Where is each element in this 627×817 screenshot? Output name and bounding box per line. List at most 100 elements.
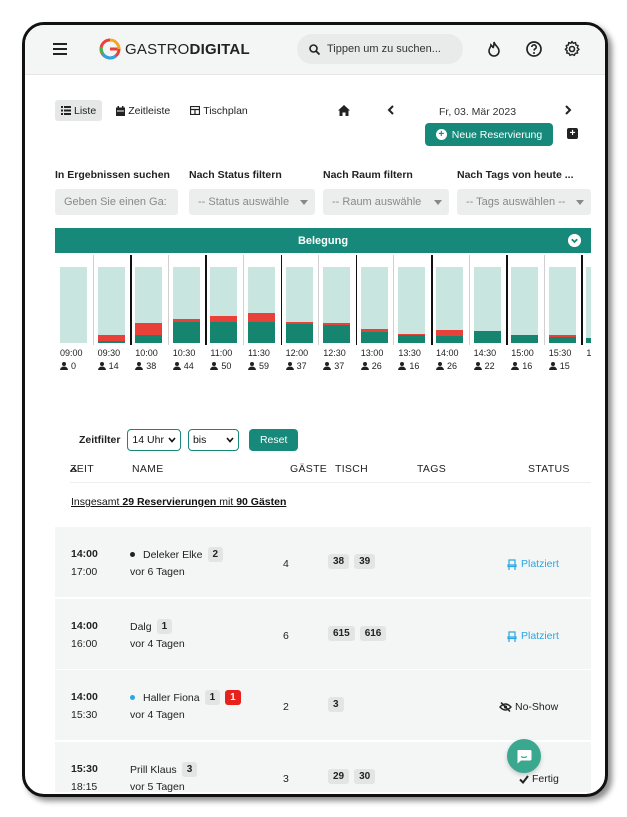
time-to-select[interactable]: bis <box>187 429 239 451</box>
occupancy-title: Belegung <box>297 234 349 247</box>
chat-button[interactable] <box>507 739 541 773</box>
new-reservation-button[interactable]: + Neue Reservierung <box>425 123 553 146</box>
slot-time: 14:00 <box>436 348 459 358</box>
tags-select[interactable]: -- Tags auswählen -- <box>457 189 591 215</box>
help-icon[interactable] <box>525 40 543 58</box>
overbooked-segment <box>135 322 163 336</box>
occupancy-slot[interactable]: 14:00 26 <box>431 255 469 375</box>
chat-bubble-icon <box>517 749 532 763</box>
slot-divider <box>393 255 395 345</box>
slot-time: 11:00 <box>210 348 233 358</box>
created-ago: vor 4 Tagen <box>130 638 185 650</box>
top-bar: GASTRODIGITAL Tippen um zu suchen... <box>25 25 605 75</box>
time-from-value: 14 Uhr <box>132 434 164 446</box>
occupancy-slot[interactable]: 15:30 15 <box>543 255 582 375</box>
occupancy-slot[interactable]: 13:00 26 <box>355 255 394 375</box>
table-badge: 3 <box>328 697 344 712</box>
status-placed[interactable]: Platziert <box>507 558 559 570</box>
occupancy-header[interactable]: Belegung <box>55 228 591 253</box>
occupancy-slot[interactable]: 1 <box>581 255 591 375</box>
status-done[interactable]: Fertig <box>519 773 559 785</box>
menu-icon[interactable] <box>53 43 67 55</box>
slot-divider <box>318 255 320 345</box>
created-ago: vor 5 Tagen <box>130 781 185 793</box>
brand-logo[interactable]: GASTRODIGITAL <box>99 38 250 60</box>
occupied-segment <box>473 330 501 343</box>
occupancy-slot[interactable]: 10:00 38 <box>130 255 168 375</box>
slot-divider <box>92 255 94 345</box>
gastrodigital-logo-icon <box>99 38 121 60</box>
home-icon[interactable] <box>338 105 350 116</box>
time-filter: Zeitfilter 14 Uhr bis Reset <box>79 429 299 451</box>
occupancy-slot[interactable]: 13:30 16 <box>393 255 431 375</box>
guests-header[interactable]: GÄSTE <box>290 463 327 475</box>
tags-header[interactable]: TAGS <box>417 463 446 475</box>
status-select[interactable]: -- Status auswähle <box>189 189 315 215</box>
occupancy-slot[interactable]: 14:30 22 <box>468 255 507 375</box>
overbooked-segment <box>210 316 238 322</box>
chevron-down-circle-icon[interactable] <box>568 234 581 247</box>
tab-liste[interactable]: Liste <box>55 100 103 121</box>
capacity-bar <box>586 267 591 343</box>
tab-tischplan[interactable]: Tischplan <box>184 100 254 121</box>
sort-time-header[interactable]: ZEIT <box>69 463 94 475</box>
start-time: 15:30 <box>71 763 98 775</box>
slot-divider <box>543 255 545 345</box>
gear-icon[interactable] <box>563 40 581 58</box>
overbooked-segment <box>97 334 125 341</box>
search-filter-label: In Ergebnissen suchen <box>55 169 170 181</box>
tab-label: Liste <box>74 104 97 117</box>
chevron-right-icon[interactable] <box>564 105 572 115</box>
guest-name[interactable]: Haller Fiona 1 1 <box>130 690 241 705</box>
current-date[interactable]: Fr, 03. Mär 2023 <box>439 106 516 118</box>
occupancy-slot[interactable]: 09:30 14 <box>92 255 131 375</box>
status-header[interactable]: STATUS <box>528 463 570 475</box>
slot-guest-count: 26 <box>360 361 382 371</box>
time-from-select[interactable]: 14 Uhr <box>127 429 181 451</box>
slot-time: 12:00 <box>285 348 309 358</box>
check-icon <box>519 774 529 784</box>
guest-search-input[interactable]: Geben Sie einen Ga: <box>55 189 178 215</box>
occupancy-slot[interactable]: 12:00 37 <box>280 255 319 375</box>
reset-button[interactable]: Reset <box>248 429 299 451</box>
slot-time: 15:30 <box>548 348 572 358</box>
slot-guest-count: 59 <box>248 361 269 371</box>
guest-name[interactable]: Prill Klaus 3 <box>130 762 198 777</box>
status-no-show[interactable]: No-Show <box>499 701 558 713</box>
reservation-row[interactable]: 14:00 17:00 Deleker Elke 2 vor 6 Tagen 4 38 39 P… <box>55 527 591 597</box>
table-number-header[interactable]: TISCH <box>335 463 368 475</box>
capacity-bar <box>248 267 275 343</box>
status-placed[interactable]: Platziert <box>507 630 559 642</box>
plus-square-icon[interactable]: + <box>567 128 578 139</box>
chevron-left-icon[interactable] <box>387 105 395 115</box>
slot-guest-count: 16 <box>398 361 419 371</box>
reservation-row[interactable]: 14:00 16:00 Dalg 1 vor 4 Tagen 6 615 616 Platzie… <box>55 599 591 669</box>
occupancy-slot[interactable]: 10:30 44 <box>167 255 206 375</box>
calendar-icon <box>116 105 126 116</box>
guest-name[interactable]: Dalg 1 <box>130 619 173 634</box>
occupancy-slot[interactable]: 12:30 37 <box>318 255 356 375</box>
global-search-input[interactable]: Tippen um zu suchen... <box>297 34 463 64</box>
name-header[interactable]: NAME <box>132 463 164 475</box>
overbooked-segment <box>285 322 313 324</box>
occupied-segment <box>511 334 539 343</box>
occupied-segment <box>97 340 125 343</box>
occupancy-slot[interactable]: 11:00 50 <box>205 255 243 375</box>
room-select[interactable]: -- Raum auswähle <box>323 189 449 215</box>
tab-zeitleiste[interactable]: Zeitleiste <box>110 100 176 121</box>
slot-guest-count: 37 <box>323 361 344 371</box>
flame-icon[interactable] <box>485 40 503 58</box>
time-filter-label: Zeitfilter <box>79 434 121 446</box>
alert-badge: 1 <box>225 690 241 705</box>
reservation-row[interactable]: 14:00 15:30 Haller Fiona 1 1 vor 4 Tagen 2 3 No-… <box>55 670 591 740</box>
created-ago: vor 4 Tagen <box>130 709 185 721</box>
occupancy-slot[interactable]: 15:00 16 <box>506 255 544 375</box>
visit-count-badge: 2 <box>207 547 224 562</box>
occupancy-slot[interactable]: 09:00 0 <box>55 255 93 375</box>
slot-divider <box>431 255 433 345</box>
occupancy-slot[interactable]: 11:30 59 <box>243 255 281 375</box>
chevron-down-icon <box>168 437 176 443</box>
slot-time: 10:00 <box>135 348 158 358</box>
end-time: 17:00 <box>71 566 98 578</box>
guest-name[interactable]: Deleker Elke 2 <box>130 547 224 562</box>
